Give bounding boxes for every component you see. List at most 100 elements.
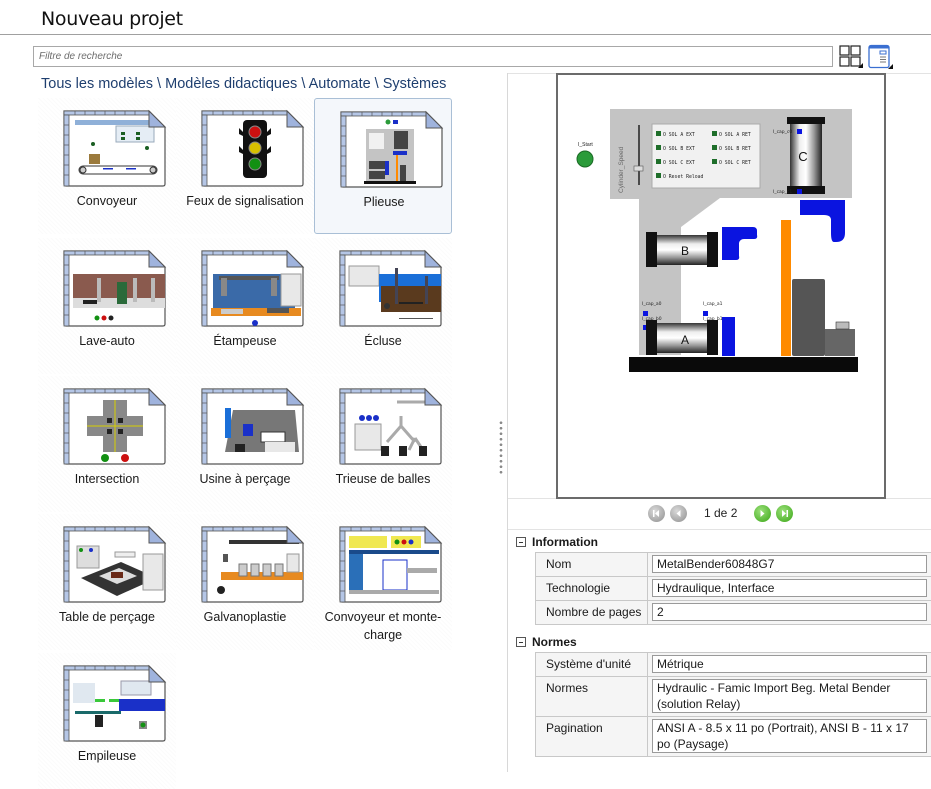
- output-led: [712, 131, 717, 136]
- property-value[interactable]: Hydraulique, Interface: [652, 579, 927, 597]
- intersection-thumbnail: [61, 386, 167, 466]
- template-label: Usine à perçage: [199, 472, 291, 486]
- template-label: Empileuse: [77, 749, 137, 763]
- last-page-icon: [782, 510, 788, 517]
- property-key: Technologie: [536, 577, 648, 600]
- template-label: Table de perçage: [59, 610, 155, 624]
- page-navigator: 1 de 2: [508, 500, 931, 528]
- drilling-plant-thumbnail: [199, 386, 305, 466]
- ball-sorter-thumbnail: [337, 386, 443, 466]
- previous-page-button[interactable]: [670, 505, 687, 522]
- output-label: O SOL B EXT: [663, 146, 695, 152]
- svg-text:B: B: [681, 244, 689, 258]
- svg-text:Cylinder_Speed: Cylinder_Speed: [618, 146, 625, 193]
- section-title: Normes: [532, 635, 577, 649]
- template-tile[interactable]: Convoyeur et monte-charge: [314, 514, 452, 650]
- title-divider: [0, 34, 931, 35]
- first-page-button[interactable]: [648, 505, 665, 522]
- drilling-table-thumbnail: [61, 524, 167, 604]
- actuator-c: [800, 200, 845, 242]
- template-tile[interactable]: Feux de signalisation: [176, 98, 314, 234]
- property-value[interactable]: Hydraulic - Famic Import Beg. Metal Bend…: [652, 679, 927, 713]
- property-row: Système d'unité Métrique: [536, 653, 931, 677]
- property-row: Nom MetalBender60848G7: [536, 553, 931, 577]
- template-label: Étampeuse: [213, 334, 277, 348]
- property-key: Système d'unité: [536, 653, 648, 676]
- page-title: Nouveau projet: [41, 8, 183, 30]
- output-led: [712, 159, 717, 164]
- template-tile[interactable]: Convoyeur: [38, 98, 176, 234]
- svg-text:I_cap_a1: I_cap_a1: [703, 301, 723, 307]
- template-tile[interactable]: Intersection: [38, 376, 176, 512]
- template-tile[interactable]: Table de perçage: [38, 514, 176, 650]
- normes-grid: Système d'unité Métrique Normes Hydraulic -…: [535, 652, 931, 757]
- machine-base: [629, 357, 858, 372]
- template-gallery: Convoyeur Feux de signalisation Plieuse: [33, 98, 473, 789]
- panel-splitter-handle[interactable]: [499, 420, 503, 476]
- last-page-button[interactable]: [776, 505, 793, 522]
- property-value[interactable]: 2: [652, 603, 927, 621]
- collapse-icon[interactable]: [516, 637, 526, 647]
- section-information-header[interactable]: Information: [516, 535, 598, 549]
- property-value[interactable]: Métrique: [652, 655, 927, 673]
- svg-text:I_cap_c0: I_cap_c0: [773, 129, 792, 135]
- template-label: Feux de signalisation: [186, 194, 304, 208]
- next-page-button[interactable]: [754, 505, 771, 522]
- property-key: Normes: [536, 677, 648, 716]
- preview-page: I_Start Cylinder_Speed O SOL A EXT O SOL …: [556, 73, 886, 499]
- metal-bender-thumbnail: [338, 109, 444, 189]
- section-title: Information: [532, 535, 598, 549]
- collapse-icon[interactable]: [516, 537, 526, 547]
- next-page-icon: [760, 510, 765, 517]
- svg-text:C: C: [798, 149, 807, 164]
- template-tile[interactable]: Trieuse de balles: [314, 376, 452, 512]
- template-tile[interactable]: Usine à perçage: [176, 376, 314, 512]
- conveyor-lift-thumbnail: [337, 524, 443, 604]
- template-label: Galvanoplastie: [203, 610, 287, 624]
- output-label: O SOL B RET: [719, 146, 751, 152]
- property-row: Pagination ANSI A - 8.5 x 11 po (Portrait…: [536, 717, 931, 756]
- template-label: Plieuse: [363, 195, 405, 209]
- svg-text:I_cap_c1: I_cap_c1: [773, 189, 792, 195]
- template-label: Convoyeur: [76, 194, 138, 208]
- output-led: [656, 145, 661, 150]
- template-label: Convoyeur et monte-charge: [324, 610, 442, 642]
- actuator-b: [722, 227, 758, 260]
- page-indicator: 1 de 2: [704, 506, 738, 520]
- section-normes-header[interactable]: Normes: [516, 635, 577, 649]
- breadcrumb[interactable]: Tous les modèles \ Modèles didactiques \…: [41, 76, 461, 92]
- die-block: [792, 279, 825, 356]
- grid-icon: [839, 45, 863, 68]
- template-tile[interactable]: Galvanoplastie: [176, 514, 314, 650]
- output-led: [656, 131, 661, 136]
- search-input[interactable]: Filtre de recherche: [33, 46, 833, 67]
- svg-text:A: A: [681, 333, 689, 347]
- output-label: O SOL A RET: [719, 132, 751, 138]
- output-label: O SOL A EXT: [663, 132, 695, 138]
- traffic-light-thumbnail: [199, 108, 305, 188]
- property-key: Pagination: [536, 717, 648, 756]
- conveyor-thumbnail: [61, 108, 167, 188]
- template-tile[interactable]: Empileuse: [38, 653, 176, 789]
- property-row: Technologie Hydraulique, Interface: [536, 577, 931, 601]
- previous-page-icon: [676, 510, 681, 517]
- details-view-button[interactable]: [867, 44, 893, 70]
- bending-bar: [781, 220, 791, 356]
- template-tile[interactable]: Écluse: [314, 238, 452, 374]
- template-label: Lave-auto: [79, 334, 135, 348]
- details-pane-icon: [868, 44, 893, 69]
- template-tile[interactable]: Lave-auto: [38, 238, 176, 374]
- large-icons-view-button[interactable]: [838, 44, 864, 70]
- output-led: [656, 159, 661, 164]
- output-label: O SOL C RET: [719, 160, 751, 166]
- property-value[interactable]: MetalBender60848G7: [652, 555, 927, 573]
- actuator-a: [722, 317, 735, 356]
- template-tile[interactable]: Étampeuse: [176, 238, 314, 374]
- first-page-icon: [653, 510, 659, 517]
- stacker-thumbnail: [61, 663, 167, 743]
- output-label: O Reset Reload: [663, 174, 704, 180]
- property-value[interactable]: ANSI A - 8.5 x 11 po (Portrait), ANSI B …: [652, 719, 927, 753]
- property-row: Normes Hydraulic - Famic Import Beg. Meta…: [536, 677, 931, 717]
- template-tile[interactable]: Plieuse: [314, 98, 452, 234]
- template-label: Trieuse de balles: [335, 472, 431, 486]
